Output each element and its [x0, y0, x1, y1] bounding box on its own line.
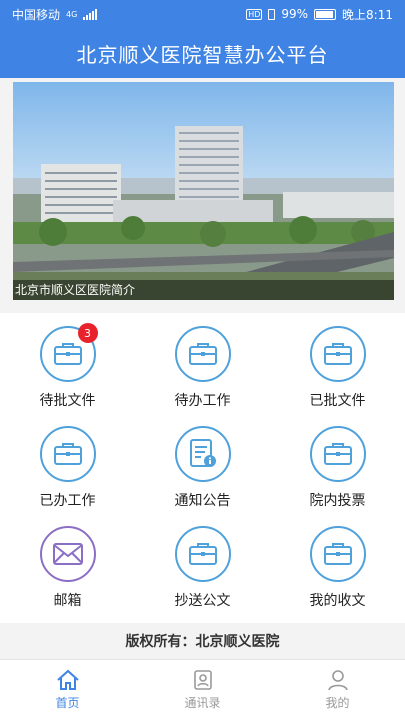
grid-item-cc-documents[interactable]: 抄送公文 [135, 513, 270, 613]
grid-item-label: 待批文件 [39, 393, 96, 409]
copyright-text: 版权所有：北京顺义医院 [125, 634, 280, 650]
app-title-bar: 北京顺义医院智慧办公平台 [0, 28, 405, 78]
grid-item-label: 已办工作 [39, 493, 96, 509]
grid-item-pending-approval[interactable]: 3 待批文件 [0, 313, 135, 413]
briefcase-icon [188, 543, 217, 565]
tab-label: 首页 [55, 696, 80, 710]
vibrate-icon [268, 8, 276, 20]
briefcase-icon [323, 543, 352, 565]
clock: 晚上8:11 [342, 7, 393, 22]
tab-label: 我的 [325, 696, 350, 710]
battery-percent: 99% [281, 7, 309, 21]
function-grid: 3 待批文件 待办工作 已批文件 已办工作 通知公告 院内投票 邮箱 抄送公文 … [0, 313, 405, 623]
briefcase-icon [323, 443, 352, 465]
grid-item-label: 邮箱 [53, 593, 82, 609]
profile-icon [327, 670, 348, 691]
grid-item-label: 待办工作 [174, 393, 231, 409]
badge-count: 3 [77, 323, 98, 343]
tab-profile[interactable]: 我的 [270, 660, 405, 720]
contacts-icon [193, 670, 212, 690]
grid-item-label: 院内投票 [309, 493, 366, 509]
briefcase-icon [188, 343, 217, 365]
grid-icon-circle: 3 [39, 323, 98, 382]
app-title: 北京顺义医院智慧办公平台 [76, 42, 329, 67]
bottom-tab-bar: 首页 通讯录 我的 [0, 659, 405, 720]
notice-document-icon [189, 439, 216, 467]
grid-item-pending-work[interactable]: 待办工作 [135, 313, 270, 413]
grid-item-completed-work[interactable]: 已办工作 [0, 413, 135, 513]
grid-icon-circle [309, 326, 366, 382]
hd-icon: HD [246, 8, 263, 20]
tab-label: 通讯录 [184, 696, 221, 710]
briefcase-icon [53, 343, 82, 365]
briefcase-icon [53, 443, 82, 465]
grid-icon-circle [174, 326, 231, 382]
grid-icon-circle [309, 526, 366, 582]
briefcase-icon [323, 343, 352, 365]
hospital-photo [13, 82, 394, 300]
network-tag: 4G [66, 9, 78, 19]
grid-icon-circle [174, 426, 231, 482]
hospital-banner[interactable]: 北京市顺义区医院简介 [13, 82, 394, 300]
signal-icon [83, 8, 98, 20]
grid-item-my-received-docs[interactable]: 我的收文 [270, 513, 405, 613]
grid-item-label: 我的收文 [309, 593, 366, 609]
grid-icon-circle [39, 426, 96, 482]
copyright-footer: 版权所有：北京顺义医院 [0, 623, 405, 659]
grid-icon-circle [174, 526, 231, 582]
carrier-label: 中国移动 [12, 7, 61, 22]
grid-item-notices[interactable]: 通知公告 [135, 413, 270, 513]
grid-item-approved-files[interactable]: 已批文件 [270, 313, 405, 413]
grid-item-voting[interactable]: 院内投票 [270, 413, 405, 513]
grid-icon-circle [309, 426, 366, 482]
grid-item-label: 已批文件 [309, 393, 366, 409]
banner-caption: 北京市顺义区医院简介 [13, 280, 394, 300]
grid-item-label: 抄送公文 [174, 593, 231, 609]
grid-icon-circle [39, 526, 96, 582]
grid-item-label: 通知公告 [174, 493, 231, 509]
tab-home[interactable]: 首页 [0, 660, 135, 720]
envelope-icon [52, 543, 83, 565]
tab-contacts[interactable]: 通讯录 [135, 660, 270, 720]
home-icon [56, 669, 79, 690]
battery-icon [314, 8, 337, 20]
status-bar: 中国移动 4G HD 99% 晚上8:11 [0, 0, 405, 28]
grid-item-mailbox[interactable]: 邮箱 [0, 513, 135, 613]
